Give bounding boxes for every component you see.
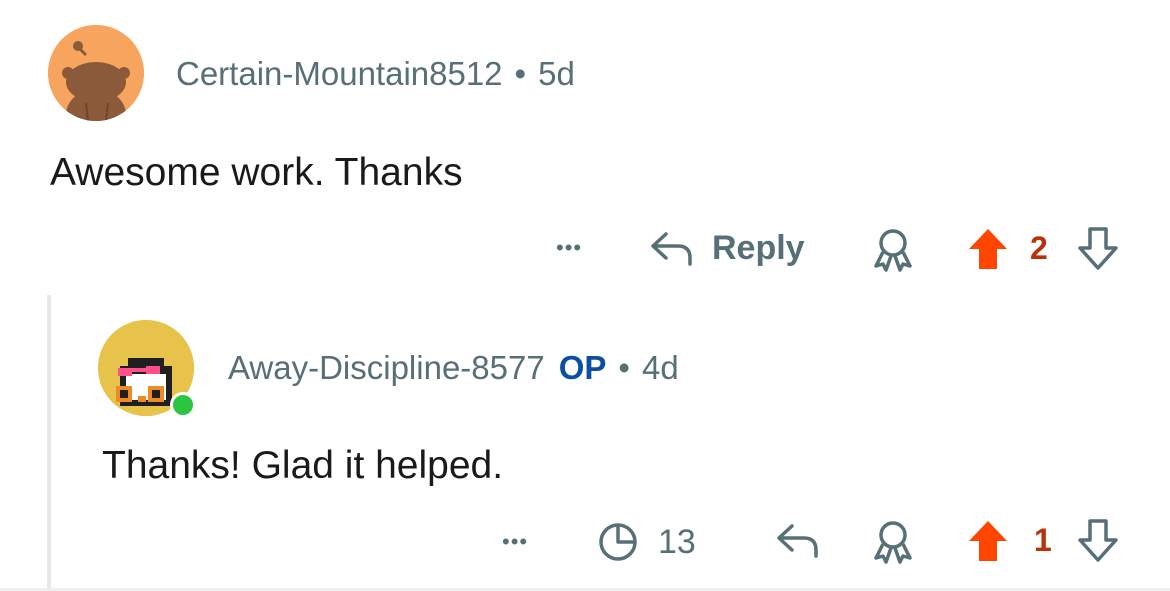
reply-arrow-icon [777, 524, 818, 558]
reply-button[interactable] [774, 520, 822, 560]
upvote-button[interactable] [966, 518, 1010, 564]
downvote-arrow-icon [1078, 519, 1118, 562]
upvote-arrow-icon [969, 229, 1007, 269]
snoo-avatar-icon [48, 25, 144, 121]
vote-count: 1 [1034, 522, 1052, 558]
downvote-button[interactable] [1076, 518, 1120, 564]
comment-meta: Certain-Mountain8512 • 5d [176, 54, 575, 94]
vote-count: 2 [1030, 230, 1048, 266]
reply-label: Reply [712, 229, 805, 267]
online-status-indicator [170, 392, 196, 418]
ellipsis-icon: ••• [502, 529, 529, 554]
pie-clock-icon [599, 523, 637, 561]
downvote-arrow-icon [1078, 227, 1118, 270]
thread-line[interactable] [47, 295, 51, 591]
avatar[interactable] [48, 25, 144, 121]
username[interactable]: Away-Discipline-8577 [228, 349, 545, 386]
username[interactable]: Certain-Mountain8512 [176, 55, 503, 92]
award-icon [874, 229, 912, 272]
views-count: 13 [658, 523, 696, 561]
comment-age: 5d [538, 55, 575, 92]
ellipsis-icon: ••• [556, 235, 583, 260]
downvote-button[interactable] [1076, 226, 1120, 272]
comment-text: Thanks! Glad it helped. [102, 444, 504, 487]
reply-arrow-icon [651, 232, 692, 266]
comment-meta: Away-Discipline-8577 OP • 4d [228, 348, 679, 388]
upvote-arrow-icon [969, 521, 1007, 561]
views-stat[interactable]: 13 [596, 520, 696, 564]
award-button[interactable] [870, 226, 916, 272]
upvote-button[interactable] [966, 226, 1010, 272]
more-options-button[interactable]: ••• [502, 522, 528, 562]
comment-text: Awesome work. Thanks [50, 151, 463, 194]
award-icon [874, 521, 912, 564]
meta-separator: • [618, 349, 630, 386]
meta-separator: • [514, 55, 527, 92]
reply-button[interactable]: Reply [648, 228, 805, 268]
op-badge: OP [558, 349, 607, 386]
comment-age: 4d [641, 349, 679, 386]
more-options-button[interactable]: ••• [556, 228, 582, 268]
award-button[interactable] [870, 518, 916, 564]
